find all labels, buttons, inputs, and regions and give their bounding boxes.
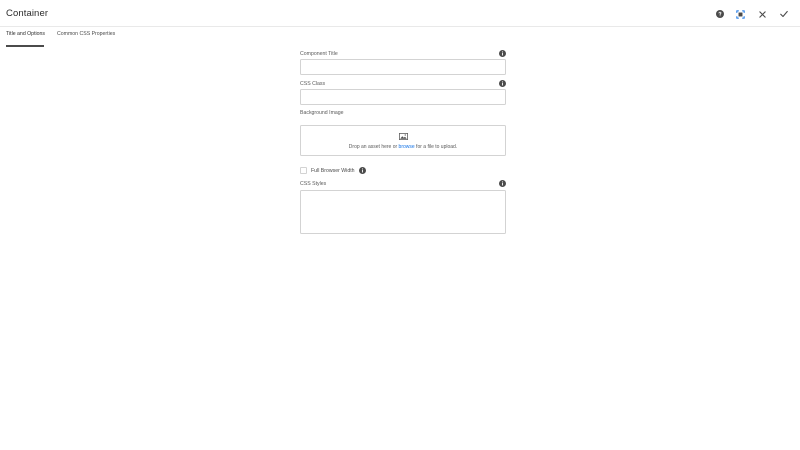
fullscreen-icon (735, 9, 745, 19)
css-styles-label: CSS Styles (300, 181, 327, 187)
full-browser-width-label: Full Browser Width (311, 168, 355, 174)
css-class-input[interactable] (300, 89, 506, 105)
image-icon (399, 133, 408, 140)
css-class-label: CSS Class (300, 81, 326, 87)
dialog-title: Container (6, 8, 49, 19)
full-browser-width-checkbox[interactable] (300, 167, 307, 174)
dialog-header: Container (0, 0, 800, 27)
help-button[interactable] (714, 8, 726, 20)
info-icon[interactable] (499, 180, 506, 187)
background-image-label: Background Image (300, 110, 344, 116)
background-image-dropzone[interactable]: Drop an asset here or browse for a file … (300, 125, 506, 156)
active-tab-indicator (6, 45, 44, 47)
browse-link[interactable]: browse (399, 144, 415, 150)
tab-common-css-properties[interactable]: Common CSS Properties (57, 31, 115, 37)
tab-label: Title and Options (6, 31, 46, 37)
drop-suffix-text: for a file to upload. (414, 143, 458, 150)
css-styles-textarea[interactable] (300, 190, 506, 234)
component-title-input[interactable] (300, 59, 506, 75)
tab-label: Common CSS Properties (57, 31, 116, 37)
check-icon (780, 10, 788, 18)
info-icon[interactable] (499, 80, 506, 87)
fullscreen-button[interactable] (734, 8, 746, 20)
dropzone-text: Drop an asset here or browse for a file … (301, 144, 505, 150)
drop-prefix-text: Drop an asset here or (348, 143, 399, 150)
tab-title-and-options[interactable]: Title and Options (6, 31, 46, 47)
info-icon[interactable] (359, 167, 366, 174)
done-button[interactable] (778, 8, 790, 20)
close-icon (758, 10, 766, 18)
info-icon[interactable] (499, 50, 506, 57)
component-title-label: Component Title (300, 51, 338, 57)
tab-bar: Title and Options Common CSS Properties (0, 27, 800, 47)
help-icon (716, 10, 724, 18)
close-button[interactable] (756, 8, 768, 20)
